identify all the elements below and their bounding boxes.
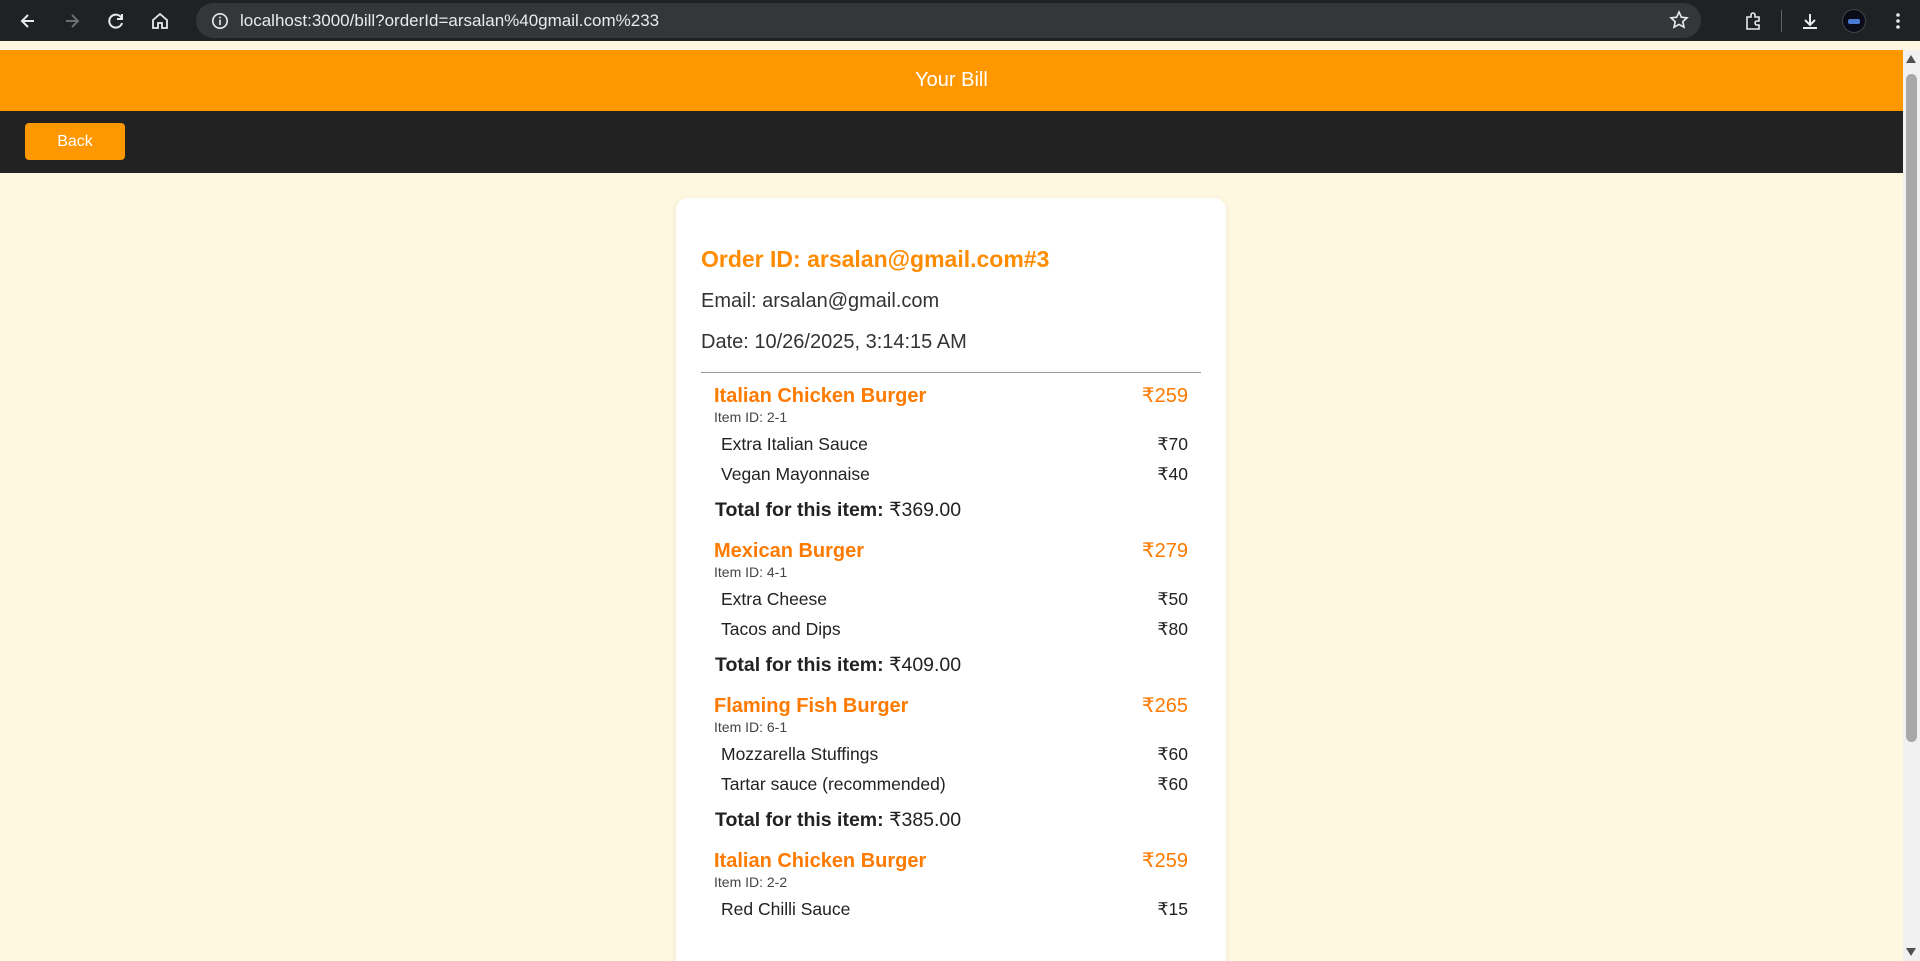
- item-total-value: ₹385.00: [889, 809, 962, 831]
- scroll-down-arrow-icon[interactable]: [1906, 948, 1916, 956]
- scroll-thumb[interactable]: [1906, 74, 1917, 742]
- addon-price: ₹15: [1157, 899, 1188, 919]
- addon-row: Tartar sauce (recommended) ₹60: [714, 774, 1188, 795]
- addon-price: ₹50: [1157, 589, 1188, 609]
- item-id: Item ID: 4-1: [714, 564, 788, 580]
- item-id: Item ID: 2-1: [714, 409, 788, 425]
- addon-name: Vegan Mayonnaise: [721, 464, 870, 484]
- addon-name: Red Chilli Sauce: [721, 899, 851, 919]
- toolbar-separator: [1781, 9, 1782, 32]
- extensions-icon[interactable]: [1731, 0, 1775, 41]
- bill-card: Order ID: arsalan@gmail.com#3 Email: ars…: [676, 198, 1226, 961]
- item-name: Italian Chicken Burger: [714, 850, 927, 872]
- page-scrollbar[interactable]: [1903, 50, 1920, 961]
- reload-icon[interactable]: [94, 0, 138, 41]
- scroll-up-arrow-icon[interactable]: [1906, 55, 1916, 63]
- url-text: localhost:3000/bill?orderId=arsalan%40gm…: [240, 10, 660, 30]
- item-total-label: Total for this item:: [715, 654, 884, 676]
- app-header: Your Bill: [0, 50, 1903, 111]
- order-email: Email: arsalan@gmail.com: [701, 290, 940, 312]
- address-bar[interactable]: localhost:3000/bill?orderId=arsalan%40gm…: [196, 3, 1701, 38]
- bookmark-star-icon[interactable]: [1669, 10, 1689, 35]
- addon-price: ₹60: [1157, 744, 1188, 764]
- home-icon[interactable]: [138, 0, 182, 41]
- item-total-label: Total for this item:: [715, 809, 884, 831]
- app-toolbar: Back: [0, 111, 1903, 173]
- forward-arrow-icon[interactable]: [50, 0, 94, 41]
- addon-price: ₹70: [1157, 434, 1188, 454]
- addon-price: ₹60: [1157, 774, 1188, 794]
- item-id: Item ID: 6-1: [714, 719, 788, 735]
- back-arrow-icon[interactable]: [6, 0, 50, 41]
- item-price: ₹265: [1141, 695, 1188, 717]
- addon-row: Mozzarella Stuffings ₹60: [714, 744, 1188, 765]
- browser-toolbar: localhost:3000/bill?orderId=arsalan%40gm…: [0, 0, 1920, 41]
- addon-row: Tacos and Dips ₹80: [714, 619, 1188, 640]
- item-price: ₹279: [1141, 540, 1188, 562]
- item-price: ₹259: [1141, 385, 1188, 407]
- addon-price: ₹40: [1157, 464, 1188, 484]
- profile-avatar[interactable]: [1832, 0, 1876, 41]
- addon-row: Red Chilli Sauce ₹15: [714, 899, 1188, 920]
- addon-name: Extra Cheese: [721, 589, 828, 609]
- addon-name: Extra Italian Sauce: [721, 434, 868, 454]
- item-total: Total for this item: ₹369.00: [714, 498, 1188, 522]
- addon-name: Tacos and Dips: [721, 619, 841, 639]
- item-total-value: ₹409.00: [889, 654, 962, 676]
- addon-price: ₹80: [1157, 619, 1188, 639]
- addon-row: Vegan Mayonnaise ₹40: [714, 464, 1188, 485]
- download-icon[interactable]: [1788, 0, 1832, 41]
- bill-item: Italian Chicken Burger ₹259 Item ID: 2-2…: [701, 848, 1201, 920]
- divider: [701, 372, 1201, 373]
- addon-name: Tartar sauce (recommended): [721, 774, 946, 794]
- item-total: Total for this item: ₹409.00: [714, 653, 1188, 677]
- bill-item: Flaming Fish Burger ₹265 Item ID: 6-1 Mo…: [701, 693, 1201, 832]
- item-price: ₹259: [1141, 850, 1188, 872]
- menu-dots-icon[interactable]: [1876, 0, 1920, 41]
- item-name: Mexican Burger: [714, 540, 865, 562]
- addon-name: Mozzarella Stuffings: [721, 744, 879, 764]
- item-name: Italian Chicken Burger: [714, 385, 927, 407]
- back-button[interactable]: Back: [25, 123, 125, 160]
- addon-row: Extra Cheese ₹50: [714, 589, 1188, 610]
- item-total-label: Total for this item:: [715, 499, 884, 521]
- bill-item: Italian Chicken Burger ₹259 Item ID: 2-1…: [701, 383, 1201, 522]
- order-date: Date: 10/26/2025, 3:14:15 AM: [701, 331, 967, 353]
- order-id: Order ID: arsalan@gmail.com#3: [701, 246, 1050, 272]
- item-total-value: ₹369.00: [889, 499, 962, 521]
- item-total: Total for this item: ₹385.00: [714, 808, 1188, 832]
- addon-row: Extra Italian Sauce ₹70: [714, 434, 1188, 455]
- site-info-icon[interactable]: [202, 3, 238, 38]
- page-title: Your Bill: [915, 69, 988, 91]
- bill-item: Mexican Burger ₹279 Item ID: 4-1 Extra C…: [701, 538, 1201, 677]
- item-name: Flaming Fish Burger: [714, 695, 909, 717]
- item-id: Item ID: 2-2: [714, 874, 788, 890]
